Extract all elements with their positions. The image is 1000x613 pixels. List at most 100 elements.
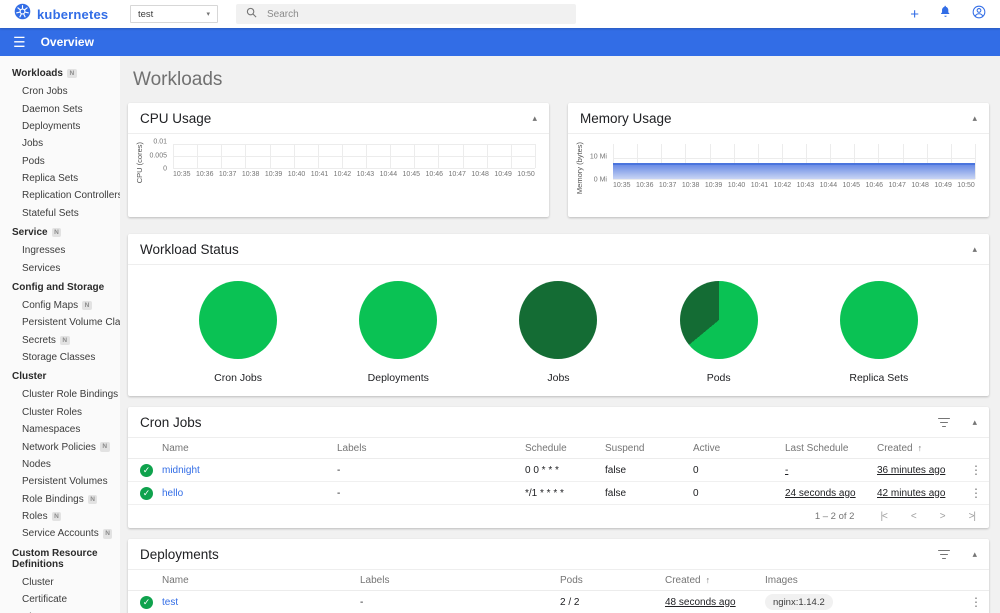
- kubernetes-helm-icon: [14, 3, 31, 25]
- column-header-images[interactable]: Images: [765, 575, 963, 586]
- sidebar-item-jobs[interactable]: Jobs: [0, 135, 120, 152]
- collapse-arrow-icon[interactable]: ▴: [532, 114, 537, 123]
- sidebar-item-namespaces[interactable]: Namespaces: [0, 421, 120, 438]
- v-gridline: [197, 144, 199, 169]
- row-actions-kebab-icon[interactable]: ⋮: [963, 464, 989, 476]
- cronjob-name-link[interactable]: midnight: [162, 465, 200, 476]
- column-header-label: Created: [877, 442, 913, 454]
- cronjob-name-link[interactable]: hello: [162, 488, 183, 499]
- column-header-schedule[interactable]: Schedule: [525, 443, 605, 454]
- hamburger-menu-icon[interactable]: ☰: [13, 35, 26, 49]
- table-row[interactable]: ✓ hello - */1 * * * * false 0 24 seconds ago 42…: [128, 482, 989, 505]
- sidebar-item-stateful-sets[interactable]: Stateful Sets: [0, 205, 120, 222]
- namespaced-badge: N: [102, 529, 113, 539]
- x-tick-label: 10:40: [287, 171, 306, 179]
- column-header-created[interactable]: Created ↑: [665, 575, 765, 586]
- x-tick-label: 10:50: [517, 171, 535, 179]
- cell-last-schedule: 24 seconds ago: [785, 488, 877, 499]
- column-header-pods[interactable]: Pods: [560, 575, 665, 586]
- x-tick-label: 10:46: [425, 171, 444, 179]
- sidebar-item-certificate[interactable]: Certificate: [0, 591, 120, 608]
- cell-suspend: false: [605, 464, 627, 476]
- pie-chart-label: Replica Sets: [849, 372, 909, 384]
- sidebar-section-header[interactable]: Workloads N: [0, 63, 120, 83]
- sidebar-item-label: Role Bindings: [22, 493, 84, 505]
- collapse-arrow-icon[interactable]: ▴: [972, 550, 977, 559]
- sidebar-item-pods[interactable]: Pods: [0, 153, 120, 170]
- namespace-selector[interactable]: test ▾: [130, 5, 218, 23]
- y-tick-label: 0.01: [153, 138, 167, 146]
- sidebar-section-header[interactable]: Custom Resource Definitions: [0, 543, 120, 574]
- sidebar-item-label: Replica Sets: [22, 173, 79, 185]
- success-check-icon: ✓: [140, 463, 153, 477]
- sidebar-item-roles[interactable]: Roles N: [0, 508, 120, 525]
- x-tick-label: 10:46: [865, 182, 884, 190]
- sidebar-item-secrets[interactable]: Secrets N: [0, 332, 120, 349]
- deployment-name-link[interactable]: test: [162, 597, 178, 608]
- sidebar-item-replica-sets[interactable]: Replica Sets: [0, 170, 120, 187]
- sidebar-item-label: Persistent Volumes: [22, 476, 108, 488]
- create-resource-button[interactable]: +: [910, 7, 919, 22]
- column-header-labels[interactable]: Labels: [337, 443, 525, 454]
- previous-page-icon[interactable]: <: [911, 511, 917, 522]
- filter-icon[interactable]: [938, 417, 951, 428]
- column-header-label: Name: [162, 442, 189, 454]
- first-page-icon[interactable]: |<: [880, 511, 888, 522]
- sidebar-item-label: Roles: [22, 511, 48, 523]
- collapse-arrow-icon[interactable]: ▴: [972, 114, 977, 123]
- sidebar-item-config-maps[interactable]: Config Maps N: [0, 297, 120, 314]
- memory-usage-title: Memory Usage: [580, 111, 672, 126]
- row-actions-kebab-icon[interactable]: ⋮: [963, 596, 989, 608]
- pie-chart-label: Deployments: [367, 372, 429, 384]
- column-header-suspend[interactable]: Suspend: [605, 443, 693, 454]
- kubernetes-logo[interactable]: kubernetes: [14, 3, 120, 25]
- sidebar-item-ingresses[interactable]: Ingresses: [0, 242, 120, 259]
- collapse-arrow-icon[interactable]: ▴: [972, 245, 977, 254]
- column-header-name[interactable]: Name: [162, 443, 337, 454]
- sidebar-item-service-accounts[interactable]: Service Accounts N: [0, 525, 120, 542]
- sidebar-item-daemon-sets[interactable]: Daemon Sets: [0, 100, 120, 117]
- sidebar-item-cluster[interactable]: Cluster: [0, 574, 120, 591]
- sidebar-section-header[interactable]: Cluster: [0, 366, 120, 386]
- deployments-title: Deployments: [140, 547, 219, 562]
- last-page-icon[interactable]: >|: [969, 511, 977, 522]
- memory-area-series: [613, 162, 975, 180]
- notifications-bell-icon[interactable]: [939, 5, 952, 23]
- sidebar-item-storage-classes[interactable]: Storage Classes: [0, 349, 120, 366]
- sidebar-item-network-policies[interactable]: Network Policies N: [0, 438, 120, 455]
- sidebar-item-cluster-role-bindings[interactable]: Cluster Role Bindings: [0, 386, 120, 403]
- sidebar-item-services[interactable]: Services: [0, 259, 120, 276]
- table-row[interactable]: ✓ midnight - 0 0 * * * false 0 - 36 minutes ago…: [128, 459, 989, 482]
- collapse-arrow-icon[interactable]: ▴: [972, 418, 977, 427]
- sidebar-item-cluster-roles[interactable]: Cluster Roles: [0, 404, 120, 421]
- column-header-last-schedule[interactable]: Last Schedule: [785, 443, 877, 454]
- column-header-labels[interactable]: Labels: [360, 575, 560, 586]
- sidebar-item-cron-jobs[interactable]: Cron Jobs: [0, 83, 120, 100]
- sidebar-item-cluster-issuer[interactable]: Cluster Issuer: [0, 608, 120, 613]
- cpu-y-axis-label: CPU (cores): [135, 142, 144, 184]
- filter-icon[interactable]: [938, 549, 951, 560]
- column-header-created[interactable]: Created ↑: [877, 443, 963, 454]
- sidebar-item-label: Network Policies: [22, 441, 96, 453]
- sidebar-item-persistent-volume-claims[interactable]: Persistent Volume ClaimsN: [0, 314, 120, 331]
- table-row[interactable]: ✓ test - 2 / 2 48 seconds ago nginx:1.14.2 ⋮: [128, 591, 989, 613]
- row-actions-kebab-icon[interactable]: ⋮: [963, 487, 989, 499]
- sidebar-item-nodes[interactable]: Nodes: [0, 456, 120, 473]
- search-bar[interactable]: [236, 4, 576, 24]
- status-cell: ✓: [128, 486, 162, 500]
- column-header-label: Labels: [337, 442, 367, 454]
- search-input[interactable]: [267, 8, 566, 20]
- column-header-active[interactable]: Active: [693, 443, 785, 454]
- sidebar-item-persistent-volumes[interactable]: Persistent Volumes: [0, 473, 120, 490]
- main-content: Workloads CPU Usage ▴ CPU (cores) 0.01 0.…: [120, 56, 1000, 613]
- pie-chart: [839, 281, 918, 359]
- sidebar-section-header[interactable]: Config and Storage: [0, 277, 120, 297]
- cell-created: 36 minutes ago: [877, 465, 963, 476]
- sidebar-item-role-bindings[interactable]: Role Bindings N: [0, 491, 120, 508]
- sidebar-item-replication-controllers[interactable]: Replication Controllers: [0, 187, 120, 204]
- user-account-icon[interactable]: [972, 5, 986, 24]
- next-page-icon[interactable]: >: [940, 511, 946, 522]
- column-header-name[interactable]: Name: [162, 575, 360, 586]
- sidebar-item-deployments[interactable]: Deployments: [0, 118, 120, 135]
- sidebar-section-header[interactable]: Service N: [0, 222, 120, 242]
